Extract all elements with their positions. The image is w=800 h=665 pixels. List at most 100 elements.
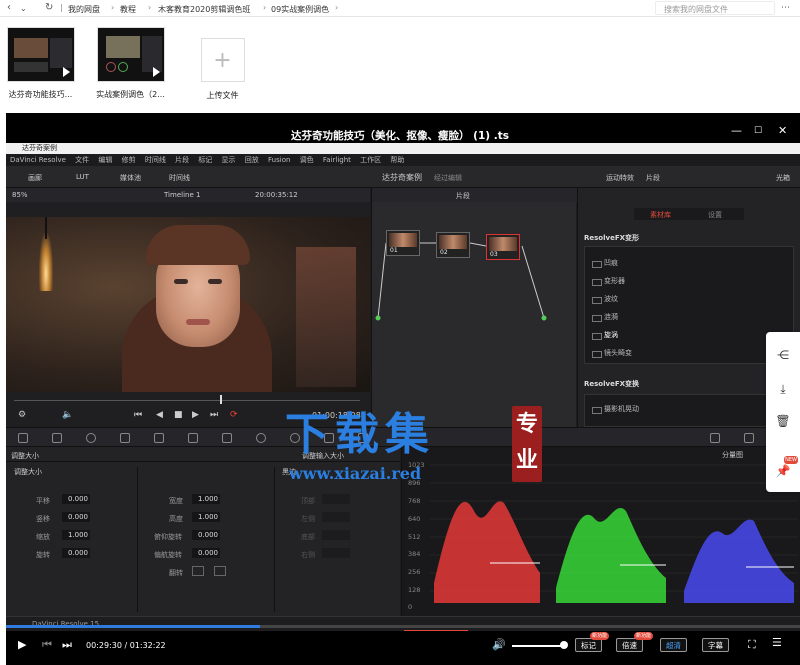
stop-icon: ■: [174, 410, 183, 420]
clip-menu-icon: ⚙: [18, 410, 27, 420]
flip-h-icon: [192, 566, 204, 576]
breadcrumb-item[interactable]: 09实战案例调色: [271, 4, 329, 15]
file-name[interactable]: 实战案例调色（2...: [93, 89, 168, 100]
toolbar-clips: 片段: [646, 174, 660, 182]
menu-item: 编辑: [98, 156, 113, 164]
maximize-icon[interactable]: ☐: [754, 126, 762, 136]
close-icon[interactable]: ✕: [778, 124, 787, 137]
upload-file[interactable]: + 上传文件: [185, 28, 260, 101]
trash-icon[interactable]: 🗑: [775, 414, 791, 430]
menu-item: Fairlight: [322, 156, 351, 164]
resolve-toolbar: 画廊 LUT 媒体池 时间线 达芬奇案例 经过编辑 运动特效 片段 光箱: [6, 166, 800, 188]
field-label: 俯仰旋转: [154, 533, 182, 541]
node-editor: 片段 01 02 03: [371, 188, 577, 427]
fx-item: 镜头畸变: [590, 348, 780, 362]
previous-button[interactable]: ⏮: [42, 638, 52, 652]
share-icon[interactable]: ⋲: [775, 348, 791, 364]
subtitle-button[interactable]: 字幕: [702, 638, 729, 652]
timecode: 20:00:35:12: [255, 191, 298, 199]
zoom-level: 85%: [12, 191, 28, 199]
new-badge: 新功能: [590, 632, 610, 640]
search-input[interactable]: 搜索我的网盘文件: [655, 1, 775, 15]
field-value: 1.000: [62, 530, 90, 540]
upload-label[interactable]: 上传文件: [185, 90, 260, 101]
menu-item: Fusion: [268, 156, 291, 164]
crop-value: [322, 548, 350, 558]
edit-state: 经过编辑: [434, 174, 462, 182]
resolve-window-title: 达芬奇案例: [6, 143, 800, 154]
menu-item: 片段: [175, 156, 190, 164]
menu-item: 文件: [75, 156, 90, 164]
volume-icon[interactable]: 🔊: [492, 638, 506, 651]
timeline-name: Timeline 1: [164, 191, 201, 199]
more-icon[interactable]: ⋯: [781, 3, 790, 13]
volume-icon: 🔈: [62, 410, 74, 420]
next-button[interactable]: ⏭: [62, 638, 72, 652]
skip-back-icon: ⏮: [134, 410, 143, 420]
file-name[interactable]: 达芬奇功能技巧...: [3, 89, 78, 100]
volume-knob[interactable]: [560, 641, 568, 649]
menu-item: 显示: [221, 156, 236, 164]
sizing-title: 调整大小: [11, 452, 39, 460]
playlist-icon[interactable]: ☰: [772, 636, 782, 649]
video-thumbnail[interactable]: [96, 27, 165, 82]
toolbar-timeline: 时间线: [169, 174, 190, 182]
video-title: 达芬奇功能技巧（美化、抠像、瘦脸） (1) .ts: [291, 130, 509, 142]
back-icon[interactable]: ‹: [7, 2, 11, 13]
step-back-icon: ◀: [156, 410, 163, 420]
pin-icon[interactable]: 📌: [775, 464, 791, 480]
refresh-icon[interactable]: ↻: [45, 2, 53, 13]
tab-settings: 设置: [708, 211, 722, 219]
watermark-seal: 专业: [512, 406, 542, 482]
toolbar-lightbox: 光箱: [776, 174, 790, 182]
file-item[interactable]: 实战案例调色（2...: [93, 27, 168, 100]
volume-slider[interactable]: [512, 645, 562, 647]
mark-button[interactable]: 标记: [575, 638, 602, 652]
scope-mode: 分量图: [722, 451, 743, 459]
breadcrumb-item[interactable]: 教程: [120, 4, 136, 15]
viewer-header: 85% Timeline 1 20:00:35:12: [6, 188, 370, 202]
play-button[interactable]: ▶: [18, 638, 26, 651]
project-name: 达芬奇案例: [382, 173, 422, 182]
video-thumbnail[interactable]: [6, 27, 75, 82]
time-display: 00:29:30 / 01:32:22: [86, 641, 166, 650]
speed-button[interactable]: 倍速: [616, 638, 643, 652]
menu-item: 标记: [198, 156, 213, 164]
breadcrumb-item[interactable]: 我的网盘: [68, 4, 100, 15]
field-value: 0.000: [192, 548, 220, 558]
field-label: 旋转: [36, 551, 50, 559]
flip-v-icon: [214, 566, 226, 576]
node-03: 03: [486, 234, 520, 260]
dropdown-icon[interactable]: ⌄: [20, 4, 27, 13]
watermark-url: www.xiazai.red: [289, 464, 422, 483]
field-label: 竖移: [36, 515, 50, 523]
field-label: 宽度: [169, 497, 183, 505]
toolbar-media-pool: 媒体池: [120, 174, 141, 182]
crop-label: 右侧: [301, 551, 315, 559]
file-item[interactable]: 达芬奇功能技巧...: [3, 27, 78, 100]
plus-icon[interactable]: +: [200, 38, 245, 82]
flip-label: 翻转: [169, 569, 183, 577]
lamp-bulb: [39, 233, 53, 291]
field-value: 0.000: [62, 548, 90, 558]
menu-item: 帮助: [390, 156, 405, 164]
fx-item: 凹痕: [590, 258, 780, 272]
crop-value: [322, 494, 350, 504]
field-value: 0.000: [62, 494, 90, 504]
quality-button[interactable]: 超清: [660, 638, 687, 652]
field-value: 0.000: [62, 512, 90, 522]
resolve-menu-bar: DaVinci Resolve 文件 编辑 修剪 时间线 片段 标记 显示 回放…: [6, 154, 800, 166]
node-01: 01: [386, 230, 420, 256]
side-toolbar: ⋲ ⤓ 🗑 📌: [766, 332, 800, 492]
play-icon: [152, 67, 160, 77]
playback-progress[interactable]: [6, 625, 800, 628]
fx-group-title: ResolveFX变换: [584, 380, 640, 388]
toolbar-motion-fx: 运动特效: [606, 174, 634, 182]
menu-item: 时间线: [144, 156, 166, 164]
field-value: 0.000: [192, 530, 220, 540]
breadcrumb-item[interactable]: 木客教育2020剪辑调色班: [158, 4, 250, 15]
minimize-icon[interactable]: —: [731, 124, 742, 137]
fullscreen-icon[interactable]: ⛶: [748, 638, 756, 652]
play-icon: ▶: [192, 410, 199, 420]
download-icon[interactable]: ⤓: [775, 382, 791, 398]
